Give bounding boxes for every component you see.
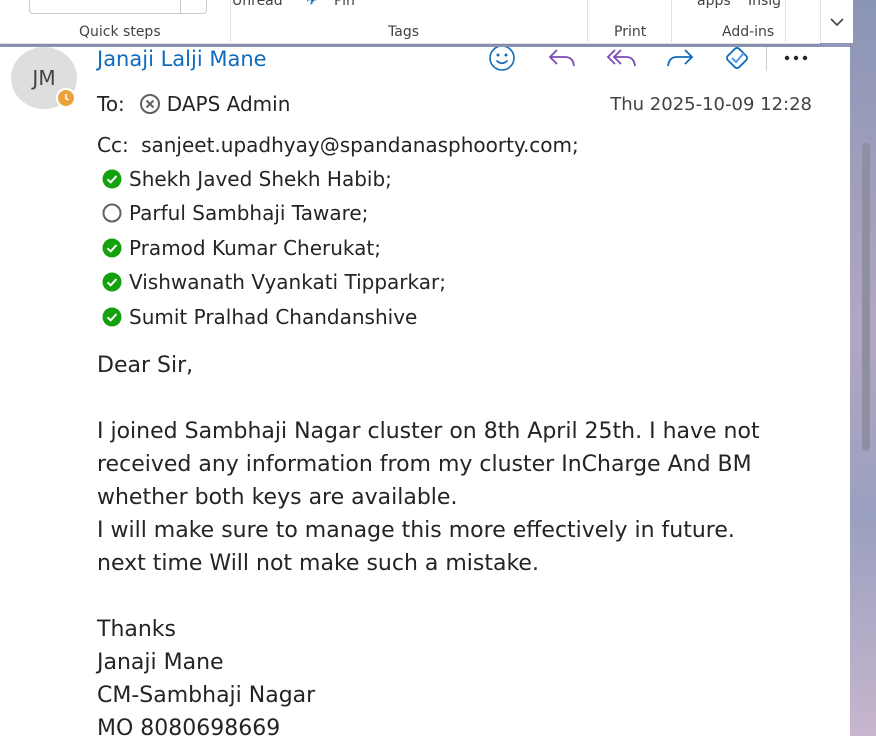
teams-share-button[interactable] (720, 47, 756, 75)
available-presence-icon (101, 306, 123, 328)
chevron-down-icon (830, 17, 844, 26)
cc-row: Cc: sanjeet.upadhyay@spandanasphoorty.co… (97, 133, 579, 157)
pin-icon: ✈ (306, 0, 318, 9)
available-presence-icon (101, 271, 123, 293)
body-line: I will make sure to manage this more eff… (97, 518, 735, 543)
cc-recipient-name: Pramod Kumar Cherukat; (129, 236, 381, 260)
body-line: next time Will not make such a mistake. (97, 551, 539, 576)
cc-recipient[interactable]: sanjeet.upadhyay@spandanasphoorty.com; (141, 133, 579, 157)
to-recipient[interactable]: DAPS Admin (167, 92, 291, 116)
signature-line: CM-Sambhaji Nagar (97, 683, 316, 708)
cc-label: Cc: (97, 133, 129, 157)
print-group-label: Print (614, 24, 647, 40)
cc-recipient-name: Shekh Javed Shekh Habib; (129, 167, 392, 191)
body-line: I joined Sambhaji Nagar cluster on 8th A… (97, 419, 760, 444)
to-row: To: DAPS Admin (97, 92, 290, 116)
cc-recipient-name: Vishwanath Vyankati Tipparkar; (129, 270, 446, 294)
available-presence-icon (101, 237, 123, 259)
forward-button[interactable] (662, 47, 698, 75)
available-presence-icon (101, 168, 123, 190)
cc-recipient[interactable]: Sumit Pralhad Chandanshive (101, 305, 417, 329)
ribbon-collapse-button[interactable] (820, 0, 853, 43)
offline-presence-icon (101, 202, 123, 224)
signature-line: Janaji Mane (97, 650, 224, 675)
message-date: Thu 2025-10-09 12:28 (610, 94, 812, 115)
apps-button[interactable]: apps (697, 0, 731, 9)
emoji-button[interactable] (484, 47, 520, 75)
signature-line: Thanks (97, 617, 177, 642)
insights-button[interactable]: Insig (748, 0, 781, 9)
more-actions-button[interactable] (778, 47, 814, 75)
unread-button[interactable]: Unread (232, 0, 283, 9)
cc-recipient[interactable]: Shekh Javed Shekh Habib; (101, 167, 392, 191)
cc-recipient[interactable]: Vishwanath Vyankati Tipparkar; (101, 270, 446, 294)
avatar-initials: JM (32, 66, 56, 90)
signature-line: MO 8080698669 (97, 716, 281, 736)
quick-steps-group-label: Quick steps (79, 24, 161, 40)
pin-button[interactable]: Pin (334, 0, 355, 9)
body-greeting: Dear Sir, (97, 353, 194, 378)
reply-all-icon (606, 49, 636, 67)
teams-share-icon (726, 47, 748, 69)
forward-icon (667, 49, 694, 67)
cc-recipient-name: Parful Sambhaji Taware; (129, 201, 369, 225)
sender-name[interactable]: Janaji Lalji Mane (97, 47, 267, 71)
to-label: To: (97, 92, 125, 116)
reply-icon (548, 49, 575, 67)
body-line: received any information from my cluster… (97, 452, 752, 477)
presence-away-icon (56, 88, 76, 108)
offline-presence-icon (139, 94, 160, 114)
quick-steps-gallery[interactable] (29, 0, 207, 14)
emoji-icon (489, 47, 515, 71)
reply-button[interactable] (544, 47, 580, 75)
more-icon (784, 55, 808, 61)
scrollbar-thumb[interactable] (862, 143, 870, 451)
tags-group-label: Tags (388, 24, 419, 40)
reading-pane: JM Janaji Lalji Mane To: DAPS Admin Thu … (0, 47, 850, 736)
reply-all-button[interactable] (604, 47, 640, 75)
cc-recipient[interactable]: Parful Sambhaji Taware; (101, 201, 368, 225)
ribbon: Quick steps Unread ✈ Pin Tags Print apps… (0, 0, 820, 44)
body-line: whether both keys are available. (97, 485, 458, 510)
cc-recipient-name: Sumit Pralhad Chandanshive (129, 305, 418, 329)
addins-group-label: Add-ins (722, 24, 775, 40)
cc-recipient[interactable]: Pramod Kumar Cherukat; (101, 236, 381, 260)
